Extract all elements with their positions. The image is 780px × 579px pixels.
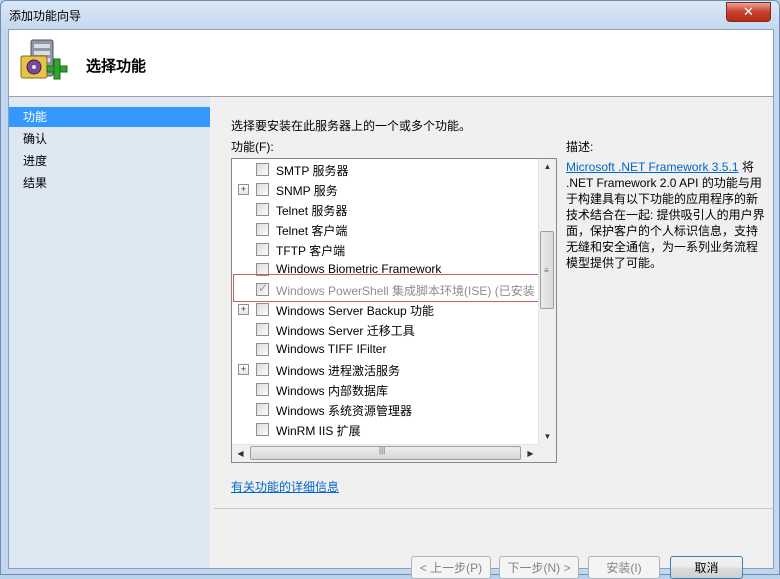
- nav-item-confirm[interactable]: 确认: [9, 129, 210, 149]
- feature-row[interactable]: + SNMP 服务: [232, 179, 542, 199]
- expand-icon[interactable]: +: [238, 184, 249, 195]
- feature-checkbox[interactable]: [256, 363, 269, 376]
- feature-row[interactable]: + Windows 进程激活服务: [232, 359, 542, 379]
- feature-label: Windows 系统资源管理器: [276, 404, 413, 418]
- scroll-left-icon[interactable]: ◀: [232, 445, 249, 462]
- feature-label: Windows 进程激活服务: [276, 364, 401, 378]
- feature-checkbox[interactable]: [256, 383, 269, 396]
- feature-label: SMTP 服务器: [276, 164, 349, 178]
- previous-button[interactable]: < 上一步(P): [411, 556, 491, 579]
- description-label: 描述:: [566, 140, 594, 154]
- nav-item-results[interactable]: 结果: [9, 173, 210, 193]
- feature-label: Telnet 服务器: [276, 204, 348, 218]
- feature-label: TFTP 客户端: [276, 244, 346, 258]
- feature-checkbox[interactable]: [256, 243, 269, 256]
- feature-checkbox[interactable]: [256, 303, 269, 316]
- next-button[interactable]: 下一步(N) >: [499, 556, 579, 579]
- main-panel: 选择要安装在此服务器上的一个或多个功能。 功能(F): SMTP 服务器 + S…: [214, 97, 773, 579]
- cancel-button[interactable]: 取消: [670, 556, 743, 579]
- window-title: 添加功能向导: [9, 9, 82, 23]
- wizard-nav: 功能 确认 进度 结果: [9, 97, 210, 568]
- scroll-down-icon[interactable]: ▼: [539, 429, 556, 445]
- horizontal-scrollbar[interactable]: ◀ ||| ▶: [232, 444, 539, 462]
- feature-label: Windows Server Backup 功能: [276, 304, 435, 318]
- expand-icon[interactable]: +: [238, 364, 249, 375]
- features-label: 功能(F):: [231, 140, 274, 154]
- feature-checkbox[interactable]: [256, 203, 269, 216]
- wizard-client-area: 选择功能 功能 确认 进度 结果 选择要安装在此服务器上的一个或多个功能。 功能…: [8, 29, 774, 579]
- close-icon: ✕: [743, 4, 754, 19]
- net-framework-link[interactable]: Microsoft .NET Framework 3.5.1: [566, 160, 739, 174]
- close-button[interactable]: ✕: [726, 2, 771, 22]
- feature-row[interactable]: + Windows Server Backup 功能: [232, 299, 542, 319]
- feature-row[interactable]: Telnet 服务器: [232, 199, 542, 219]
- feature-row[interactable]: TFTP 客户端: [232, 239, 542, 259]
- expand-icon[interactable]: +: [238, 304, 249, 315]
- feature-checkbox[interactable]: [256, 163, 269, 176]
- feature-label: Windows Server 迁移工具: [276, 324, 415, 338]
- feature-checkbox[interactable]: [256, 403, 269, 416]
- vertical-scroll-thumb[interactable]: ≡: [540, 231, 554, 309]
- title-bar[interactable]: 添加功能向导 ✕: [1, 1, 779, 29]
- selection-highlight-box: [233, 274, 550, 302]
- server-add-icon: [20, 39, 68, 80]
- feature-row[interactable]: Telnet 客户端: [232, 219, 542, 239]
- feature-checkbox[interactable]: [256, 423, 269, 436]
- description-body: 将 .NET Framework 2.0 API 的功能与用于构建具有以下功能的…: [566, 160, 765, 270]
- scroll-corner: [539, 445, 556, 462]
- feature-label: SNMP 服务: [276, 184, 338, 198]
- feature-checkbox[interactable]: [256, 183, 269, 196]
- page-title: 选择功能: [86, 58, 147, 75]
- vertical-scrollbar[interactable]: ▲ ≡ ▼: [538, 159, 556, 445]
- feature-checkbox[interactable]: [256, 323, 269, 336]
- scroll-up-icon[interactable]: ▲: [539, 159, 556, 175]
- feature-row[interactable]: Windows Server 迁移工具: [232, 319, 542, 339]
- footer-divider: [214, 508, 773, 509]
- nav-item-features[interactable]: 功能: [9, 107, 210, 127]
- feature-label: Telnet 客户端: [276, 224, 348, 238]
- more-info-link[interactable]: 有关功能的详细信息: [231, 478, 339, 495]
- description-text: Microsoft .NET Framework 3.5.1 将 .NET Fr…: [566, 159, 766, 271]
- scroll-right-icon[interactable]: ▶: [522, 445, 539, 462]
- feature-label: WinRM IIS 扩展: [276, 424, 361, 438]
- wizard-header: 选择功能: [9, 30, 773, 97]
- feature-row[interactable]: Windows 内部数据库: [232, 379, 542, 399]
- feature-checkbox[interactable]: [256, 223, 269, 236]
- horizontal-scroll-thumb[interactable]: |||: [250, 446, 521, 460]
- feature-row[interactable]: SMTP 服务器: [232, 159, 542, 179]
- wizard-window: 添加功能向导 ✕ 选择功能 功能 确认 进度 结果 选择要安装在此服务器上的一个…: [0, 0, 780, 579]
- feature-row[interactable]: Windows TIFF IFilter: [232, 339, 542, 359]
- feature-checkbox[interactable]: [256, 343, 269, 356]
- feature-row[interactable]: WinRM IIS 扩展: [232, 419, 542, 439]
- features-tree[interactable]: SMTP 服务器 + SNMP 服务 Telnet 服务器 Telnet 客户端: [231, 158, 557, 463]
- feature-label: Windows 内部数据库: [276, 384, 389, 398]
- instruction-text: 选择要安装在此服务器上的一个或多个功能。: [231, 119, 472, 133]
- install-button[interactable]: 安装(I): [588, 556, 660, 579]
- nav-item-progress[interactable]: 进度: [9, 151, 210, 171]
- feature-row[interactable]: Windows 系统资源管理器: [232, 399, 542, 419]
- feature-label: Windows TIFF IFilter: [276, 342, 387, 356]
